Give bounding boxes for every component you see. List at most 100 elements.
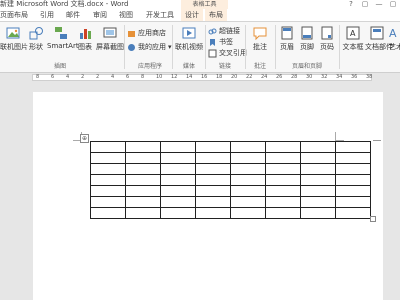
table-cell[interactable] [335, 141, 371, 153]
online-video-button[interactable]: 联机视频 [175, 26, 203, 52]
table-cell[interactable] [230, 163, 266, 175]
textbox-button[interactable]: A 文本框 [342, 26, 364, 52]
table-cell[interactable] [160, 196, 196, 208]
quick-parts-button[interactable]: 文档部件 [365, 26, 393, 52]
table-cell[interactable] [265, 207, 301, 219]
table-cell[interactable] [125, 185, 161, 197]
minimize-button[interactable]: — [372, 0, 386, 9]
table-cell[interactable] [230, 141, 266, 153]
textbox-label: 文本框 [342, 43, 364, 51]
table-cell[interactable] [125, 207, 161, 219]
table-cell[interactable] [300, 185, 336, 197]
horizontal-ruler[interactable]: 8 6 4 2 2 4 6 8 10 12 14 16 18 20 22 24 26 28 30 32 34 36 38 [0, 73, 400, 82]
tab-table-design[interactable]: 设计 [181, 9, 203, 21]
table-move-handle[interactable]: ⊕ [80, 134, 89, 143]
table-cell[interactable] [195, 174, 231, 186]
tab-developer[interactable]: 开发工具 [146, 9, 174, 21]
shapes-button[interactable]: 形状 [28, 26, 44, 52]
ruler-tick-label: 14 [186, 74, 193, 80]
hyperlink-button[interactable]: 超链接 [208, 26, 240, 36]
online-video-label: 联机视频 [175, 43, 203, 51]
tab-table-layout[interactable]: 布局 [205, 9, 227, 21]
table-cell[interactable] [300, 163, 336, 175]
table-cell[interactable] [90, 174, 126, 186]
table-cell[interactable] [335, 185, 371, 197]
table-cell[interactable] [160, 141, 196, 153]
table-cell[interactable] [300, 152, 336, 164]
ribbon-display-button[interactable]: ▢ [358, 0, 372, 9]
table-cell[interactable] [90, 185, 126, 197]
chart-button[interactable]: 图表 [77, 26, 93, 52]
online-pictures-button[interactable]: 联机图片 [0, 26, 28, 52]
my-apps-icon [128, 43, 135, 51]
table-cell[interactable] [195, 196, 231, 208]
table-cell[interactable] [300, 196, 336, 208]
page-number-button[interactable]: 页码 [318, 26, 336, 52]
table-cell[interactable] [230, 174, 266, 186]
table-cell[interactable] [125, 174, 161, 186]
tab-references[interactable]: 引用 [40, 9, 54, 21]
table-cell[interactable] [265, 163, 301, 175]
table-cell[interactable] [335, 163, 371, 175]
table-cell[interactable] [265, 185, 301, 197]
table-cell[interactable] [195, 152, 231, 164]
document-page[interactable]: ⊕ [33, 92, 383, 300]
table-cell[interactable] [160, 207, 196, 219]
header-button[interactable]: 页眉 [278, 26, 296, 52]
table-cell[interactable] [265, 196, 301, 208]
table-cell[interactable] [125, 163, 161, 175]
table-cell[interactable] [125, 141, 161, 153]
table-cell[interactable] [90, 163, 126, 175]
links-group-label: 链接 [218, 63, 231, 70]
table-cell[interactable] [265, 141, 301, 153]
my-apps-button[interactable]: 我的应用 ▾ [127, 42, 172, 52]
table-cell[interactable] [90, 152, 126, 164]
tab-review[interactable]: 审阅 [93, 9, 107, 21]
table-cell[interactable] [125, 196, 161, 208]
illustrations-group-label: 插图 [53, 63, 66, 70]
table-cell[interactable] [335, 207, 371, 219]
table-cell[interactable] [300, 207, 336, 219]
table-cell[interactable] [90, 141, 126, 153]
wordart-button[interactable]: A 艺术 [389, 26, 400, 52]
footer-button[interactable]: 页脚 [298, 26, 316, 52]
word-table[interactable] [90, 141, 371, 219]
cross-reference-button[interactable]: 交叉引用 [208, 48, 247, 58]
table-cell[interactable] [230, 196, 266, 208]
table-cell[interactable] [230, 207, 266, 219]
table-cell[interactable] [90, 207, 126, 219]
table-cell[interactable] [195, 141, 231, 153]
tab-view[interactable]: 视图 [119, 9, 133, 21]
table-cell[interactable] [160, 174, 196, 186]
comment-button[interactable]: 批注 [248, 26, 272, 52]
table-cell[interactable] [160, 185, 196, 197]
wordart-label: 艺术 [389, 43, 400, 51]
table-cell[interactable] [335, 196, 371, 208]
table-cell[interactable] [335, 174, 371, 186]
table-cell[interactable] [195, 163, 231, 175]
table-cell[interactable] [195, 185, 231, 197]
table-resize-handle[interactable] [370, 216, 376, 222]
table-cell[interactable] [265, 174, 301, 186]
store-button[interactable]: 应用商店 [127, 28, 166, 38]
table-cell[interactable] [300, 141, 336, 153]
table-cell[interactable] [195, 207, 231, 219]
table-cell[interactable] [125, 152, 161, 164]
table-cell[interactable] [160, 152, 196, 164]
tab-mailings[interactable]: 邮件 [66, 9, 80, 21]
maximize-button[interactable]: ▢ [386, 0, 400, 9]
table-cell[interactable] [160, 163, 196, 175]
table-cell[interactable] [300, 174, 336, 186]
tab-page-layout[interactable]: 页面布局 [0, 9, 28, 21]
screenshot-button[interactable]: 屏幕截图 [95, 26, 125, 52]
table-cell[interactable] [335, 152, 371, 164]
bookmark-button[interactable]: 书签 [208, 37, 233, 47]
my-apps-label: 我的应用 [138, 43, 166, 51]
table-cell[interactable] [230, 152, 266, 164]
table-cell[interactable] [230, 185, 266, 197]
table-cell[interactable] [90, 196, 126, 208]
smartart-button[interactable]: SmartArt [47, 26, 79, 50]
ribbon-separator [275, 25, 276, 69]
table-cell[interactable] [265, 152, 301, 164]
help-button[interactable]: ? [344, 0, 358, 9]
